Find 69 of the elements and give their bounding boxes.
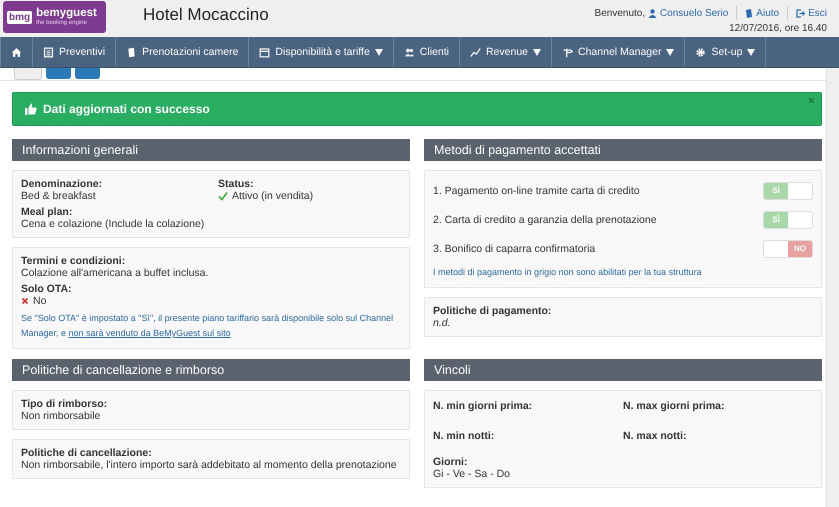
- field-label: Politiche di pagamento:: [433, 305, 552, 317]
- book-icon: [126, 46, 138, 58]
- section-header: Metodi di pagamento accettati: [424, 139, 822, 161]
- calendar-icon: [259, 46, 270, 58]
- payment-method: 1. Pagamento on-line tramite carta di credito: [433, 184, 640, 196]
- thumbs-up-icon: [25, 103, 37, 115]
- caret-icon: [533, 48, 541, 56]
- user-icon: [648, 8, 657, 18]
- field-label: Tipo di rimborso:: [21, 398, 108, 410]
- nav-item[interactable]: [0, 37, 33, 67]
- caret-icon: [747, 48, 756, 56]
- field-value: No: [33, 295, 46, 307]
- brand-name: bemyguest: [36, 7, 97, 20]
- field-value: Non rimborsabile: [21, 410, 100, 422]
- gear-icon: [695, 46, 706, 58]
- help-link[interactable]: Aiuto: [745, 8, 780, 18]
- nav-item[interactable]: Prenotazioni camere: [116, 37, 250, 67]
- field-value: n.d.: [433, 317, 451, 329]
- caret-icon: [374, 48, 383, 56]
- note-link[interactable]: non sarà venduto da BeMyGuest sul sito: [68, 328, 231, 338]
- nav-item[interactable]: Revenue: [460, 37, 552, 67]
- payment-method: 2. Carta di credito a garanzia della prenotazione: [433, 214, 657, 226]
- list-icon: [43, 46, 54, 58]
- book-icon: [745, 8, 754, 18]
- info-note: Se "Solo OTA" è impostato a "Sì", il presente piano tariffario sarà disponibile solo sul Channel Manager, e non sarà venduto da BeMyGuest sul sito: [21, 312, 394, 340]
- field-value: Colazione all'americana a buffet inclusa.: [21, 267, 208, 279]
- field-value: Gi - Ve - Sa - Do: [433, 468, 512, 480]
- toolbar-button[interactable]: [46, 68, 71, 79]
- field-value: Cena e colazione (Include la colazione): [21, 218, 204, 230]
- scrollbar[interactable]: [826, 68, 839, 507]
- home-icon: [11, 46, 22, 58]
- toolbar-button[interactable]: [75, 68, 100, 79]
- nav-item[interactable]: Clienti: [394, 37, 460, 67]
- section-header: Politiche di cancellazione e rimborso: [12, 359, 410, 381]
- signpost-icon: [562, 46, 573, 58]
- field-label: N. min giorni prima:: [433, 400, 534, 412]
- section-header: Informazioni generali: [12, 139, 410, 161]
- field-label: Meal plan:: [21, 206, 74, 218]
- field-label: N. max giorni prima:: [623, 400, 726, 412]
- nav-item[interactable]: Preventivi: [33, 37, 116, 67]
- welcome-text: Benvenuto,: [594, 8, 646, 18]
- alert-message: Dati aggiornati con successo: [43, 102, 210, 116]
- field-label: Denominazione:: [21, 178, 104, 190]
- hotel-name: Hotel Mocaccino: [143, 5, 269, 25]
- field-value: Attivo (in vendita): [232, 190, 314, 202]
- field-label: Politiche di cancellazione:: [21, 447, 153, 459]
- info-note: I metodi di pagamento in grigio non sono abilitati per la tua struttura: [433, 266, 703, 279]
- field-label: N. min notti:: [433, 430, 496, 442]
- caret-icon: [666, 48, 674, 56]
- section-header: Vincoli: [424, 359, 822, 381]
- user-link[interactable]: Consuelo Serio: [648, 8, 728, 18]
- field-label: N. max notti:: [623, 430, 688, 442]
- logout-icon: [796, 8, 806, 18]
- nav-item[interactable]: Disponibilità e tariffe: [249, 37, 394, 67]
- nav-item[interactable]: Channel Manager: [552, 37, 686, 67]
- logo-mark: bmg: [7, 10, 32, 24]
- field-label: Status:: [218, 178, 255, 190]
- logout-link[interactable]: Esci: [796, 8, 827, 18]
- payment-method: 3. Bonifico di caparra confirmatoria: [433, 242, 596, 254]
- date-time: 12/07/2016, ore 16.40: [729, 23, 827, 34]
- field-label: Termini e condizioni:: [21, 255, 126, 267]
- field-value: Non rimborsabile, l'intero importo sarà addebitato al momento della prenotazione: [21, 459, 397, 471]
- field-value: Bed & breakfast: [21, 190, 96, 202]
- field-label: Solo OTA:: [21, 283, 73, 295]
- field-label: Giorni:: [433, 456, 468, 468]
- chart-icon: [470, 46, 481, 58]
- close-icon[interactable]: [808, 97, 815, 104]
- nav-item[interactable]: Set-up: [685, 37, 766, 67]
- users-icon: [404, 46, 415, 58]
